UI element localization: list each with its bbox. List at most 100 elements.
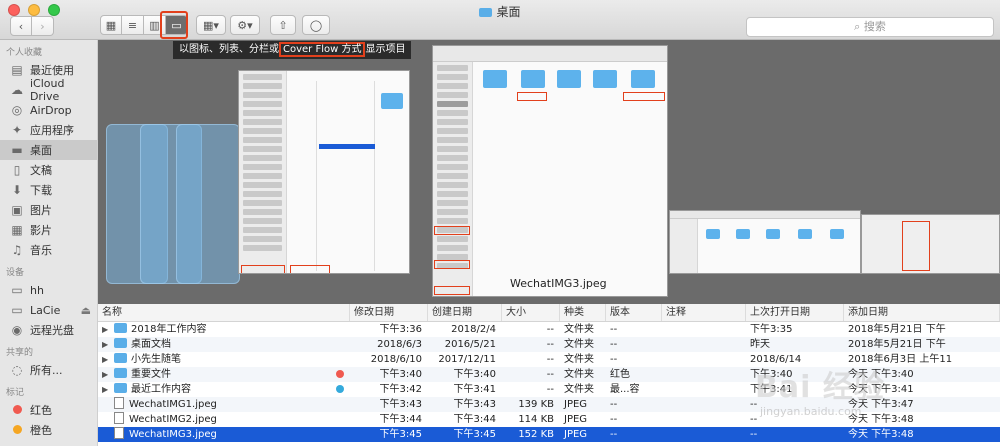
column-header[interactable]: 修改日期 [350, 304, 428, 321]
network-icon: ◌ [11, 363, 23, 377]
document-icon: ▯ [13, 163, 21, 177]
cell-size: 139 KB [518, 399, 554, 410]
sidebar-item[interactable]: ◎ AirDrop [0, 100, 97, 120]
sidebar-item-label: 所有... [30, 364, 63, 377]
icon-view-button[interactable]: ▦ [100, 15, 122, 35]
cell-created: 下午3:45 [453, 429, 496, 440]
forward-button[interactable]: › [32, 16, 54, 36]
back-button[interactable]: ‹ [10, 16, 32, 36]
sidebar-item[interactable]: ▯ 文稿 [0, 160, 97, 180]
sidebar-item[interactable]: ♫ 音乐 [0, 240, 97, 260]
cell-name: ▶ 重要文件 [98, 367, 350, 382]
sidebar-item[interactable]: ▦ 影片 [0, 220, 97, 240]
disclosure-triangle[interactable]: ▶ [102, 337, 114, 352]
disclosure-triangle[interactable]: ▶ [102, 367, 114, 382]
tag-button[interactable]: ◯ [302, 15, 330, 35]
folder-icon [479, 8, 493, 17]
folder-icon [114, 338, 127, 348]
sidebar-item[interactable]: ☁ iCloud Drive [0, 77, 97, 103]
table-row[interactable]: ▶ 桌面文档 2018/6/3 2016/5/21 -- 文件夹 -- 昨天 2018年5月21… [98, 337, 1000, 352]
sidebar-item[interactable]: ▣ 图片 [0, 200, 97, 220]
sidebar-item-label: 红色 [30, 404, 52, 417]
column-header[interactable]: 版本 [606, 304, 662, 321]
column-header[interactable]: 添加日期 [844, 304, 1000, 321]
apps-icon: ✦ [11, 123, 23, 137]
search-field[interactable]: ⌕ 搜索 [746, 17, 994, 37]
tag-dot-icon [10, 423, 24, 437]
file-icon [114, 412, 124, 424]
sidebar-item-label: LaCie [30, 303, 61, 317]
sidebar-item[interactable]: ◉ 远程光盘 [0, 320, 97, 340]
cover-caption: WechatIMG3.jpeg [510, 277, 607, 290]
cell-name: WechatIMG3.jpeg [98, 427, 350, 442]
file-name: 桌面文档 [131, 339, 171, 350]
cell-tag: -- [610, 414, 618, 425]
cell-kind: 文件夹 [564, 339, 594, 350]
action-button[interactable]: ⚙▾ [230, 15, 260, 35]
share-button[interactable]: ⇧ [270, 15, 296, 35]
list-view-button[interactable]: ≡ [122, 15, 144, 35]
cell-tag: -- [610, 429, 618, 440]
sidebar-header-shared: 共享的 [6, 348, 34, 358]
disclosure-triangle[interactable]: ▶ [102, 322, 114, 337]
column-header[interactable]: 大小 [502, 304, 560, 321]
cell-mod: 下午3:45 [379, 429, 422, 440]
cover-thumbnail-far-right[interactable] [861, 214, 1000, 274]
disclosure-triangle[interactable]: ▶ [102, 352, 114, 367]
cell-size: -- [546, 354, 554, 365]
column-header[interactable]: 创建日期 [428, 304, 502, 321]
cell-comment [662, 427, 746, 442]
cell-kind: 文件夹 [564, 324, 594, 335]
cell-added: 2018年5月21日 下午 [848, 324, 946, 335]
cell-kind: 文件夹 [564, 369, 594, 380]
tag-dot-icon [336, 370, 344, 378]
sidebar-item-label: 影片 [30, 224, 52, 237]
sidebar-item[interactable]: 橙色 [0, 420, 97, 440]
cell-comment [662, 352, 746, 367]
coverflow-area[interactable]: WechatIMG3.jpeg 以图标、列表、分栏或 Cover Flow 方式显… [98, 40, 1000, 304]
sidebar-item-label: 文稿 [30, 164, 52, 177]
cell-kind: 文件夹 [564, 384, 594, 395]
cell-comment [662, 412, 746, 427]
folder-icon [114, 368, 127, 378]
sidebar-item[interactable]: ▭ LaCie ⏏ [0, 300, 97, 320]
arrange-button[interactable]: ▦▾ [196, 15, 226, 35]
sidebar-item[interactable]: ◌ 所有... [0, 360, 97, 380]
table-row[interactable]: ▶ 2018年工作内容 下午3:36 2018/2/4 -- 文件夹 -- 下午3:35 201… [98, 322, 1000, 337]
column-header[interactable]: 注释 [662, 304, 746, 321]
cell-mod: 下午3:40 [379, 369, 422, 380]
column-header[interactable]: 种类 [560, 304, 606, 321]
cell-tag: 最...容 [610, 384, 640, 395]
table-row[interactable]: WechatIMG3.jpeg 下午3:45 下午3:45 152 KB JPEG -- -… [98, 427, 1000, 442]
sidebar-item[interactable]: ▭ hh [0, 280, 97, 300]
sidebar-item[interactable]: ▬ 桌面 [0, 140, 97, 160]
cell-size: -- [546, 324, 554, 335]
cell-mod: 2018/6/3 [377, 339, 422, 350]
cover-thumbnail-selected[interactable] [432, 45, 668, 297]
cover-item[interactable] [176, 124, 240, 284]
cell-created: 2017/12/11 [438, 354, 496, 365]
sidebar-item[interactable]: ⬇ 下载 [0, 180, 97, 200]
sidebar-item[interactable]: 红色 [0, 400, 97, 420]
cell-created: 2018/2/4 [451, 324, 496, 335]
table-row[interactable]: WechatIMG2.jpeg 下午3:44 下午3:44 114 KB JPEG -- -… [98, 412, 1000, 427]
download-icon: ⬇ [11, 183, 23, 197]
disc-icon: ◉ [11, 323, 23, 337]
desktop-icon: ▬ [11, 143, 23, 157]
file-icon [114, 427, 124, 439]
cover-thumbnail-left[interactable] [238, 70, 410, 274]
cell-name: ▶ 桌面文档 [98, 337, 350, 352]
eject-icon[interactable]: ⏏ [81, 304, 91, 317]
sidebar-item[interactable]: ✦ 应用程序 [0, 120, 97, 140]
sidebar-item-label: 桌面 [30, 144, 52, 157]
column-header[interactable]: 名称 [98, 304, 350, 321]
disclosure-triangle[interactable]: ▶ [102, 382, 114, 397]
cell-kind: JPEG [564, 429, 588, 440]
cell-tag: -- [610, 339, 618, 350]
sidebar-item-label: 应用程序 [30, 124, 74, 137]
cell-added: 今天 下午3:48 [848, 414, 914, 425]
cell-name: ▶ 小先生随笔 [98, 352, 350, 367]
cell-tag: 红色 [610, 369, 630, 380]
cover-thumbnail-right[interactable] [669, 210, 861, 274]
column-header[interactable]: 上次打开日期 [746, 304, 844, 321]
